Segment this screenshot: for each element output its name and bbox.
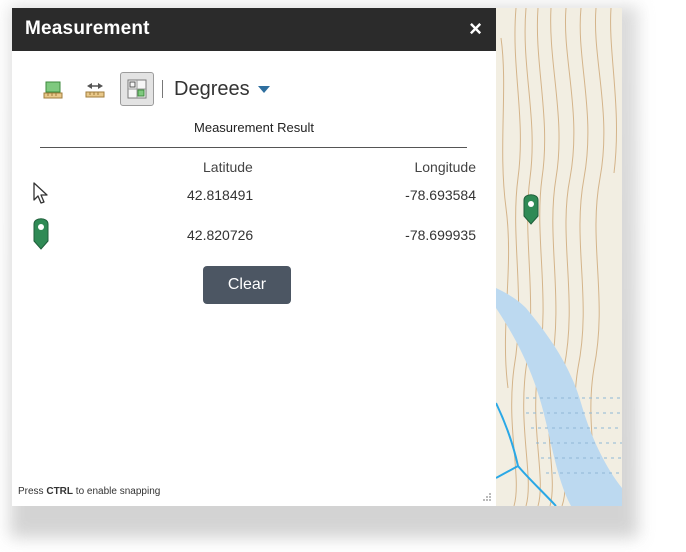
units-dropdown[interactable]: Degrees (174, 74, 270, 104)
snapping-hint: Press CTRL to enable snapping (18, 486, 160, 497)
resize-grip-icon[interactable] (482, 492, 492, 502)
map-view[interactable] (496, 8, 622, 506)
close-button[interactable]: × (469, 18, 482, 40)
hint-suffix: to enable snapping (73, 486, 161, 497)
units-selected: Degrees (174, 77, 250, 100)
cursor-pointer-icon (33, 182, 48, 204)
hint-key: CTRL (46, 486, 74, 497)
latitude-header: Latitude (203, 159, 253, 175)
hint-prefix: Press (18, 486, 47, 497)
clear-button[interactable]: Clear (203, 266, 291, 304)
longitude-header: Longitude (414, 159, 476, 175)
caret-down-icon (257, 85, 270, 93)
row-longitude: -78.699935 (405, 227, 476, 243)
topo-map (496, 8, 622, 506)
location-tool-button[interactable] (120, 72, 154, 106)
measurement-panel: Measurement × Degrees Measurement Result… (12, 8, 496, 506)
window-frame: Measurement × Degrees Measurement Result… (12, 8, 622, 506)
result-heading: Measurement Result (194, 120, 314, 135)
row-latitude: 42.820726 (187, 227, 254, 243)
map-marker-icon (33, 218, 49, 250)
distance-tool-button[interactable] (78, 72, 112, 106)
result-divider (40, 147, 467, 148)
row-latitude: 42.818491 (187, 187, 254, 203)
distance-tool-icon (85, 83, 105, 98)
title-bar: Measurement × (12, 8, 496, 51)
toolbar-separator (162, 80, 163, 98)
area-tool-icon (43, 81, 63, 99)
row-longitude: -78.693584 (405, 187, 476, 203)
location-tool-icon (127, 79, 147, 99)
measurement-toolbar: Degrees (36, 72, 476, 106)
area-tool-button[interactable] (36, 72, 70, 106)
map-marker-icon (523, 194, 539, 225)
window-title: Measurement (25, 18, 150, 39)
